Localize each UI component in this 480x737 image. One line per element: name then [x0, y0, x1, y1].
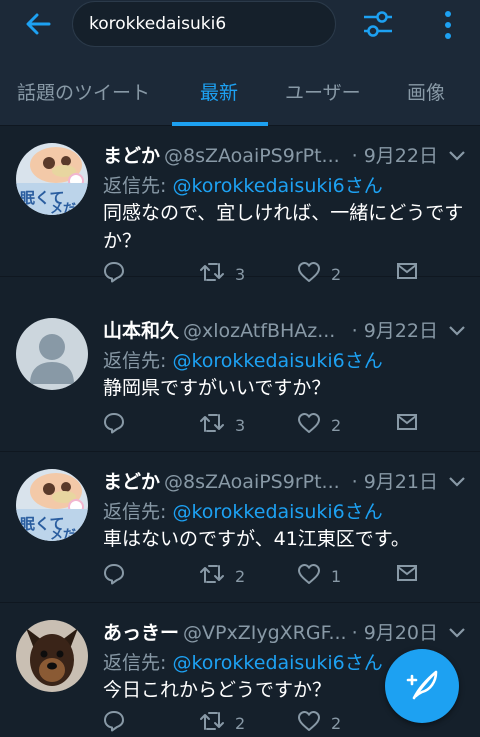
compose-tweet-button[interactable]	[385, 649, 459, 723]
tweet-actions: 3 2	[103, 412, 433, 442]
author-handle: @VPxZIygXRGF...	[183, 622, 347, 644]
avatar[interactable]: 眠くて メだよ	[16, 469, 88, 541]
like-button[interactable]: 2	[297, 261, 341, 287]
heart-icon	[297, 563, 321, 589]
heart-icon	[297, 261, 321, 287]
retweet-icon	[199, 261, 225, 287]
like-count: 2	[331, 415, 342, 435]
reply-label: 返信先:	[103, 175, 167, 197]
reply-context: 返信先: @korokkedaisuki6さん	[103, 648, 383, 675]
retweet-button[interactable]: 2	[199, 563, 245, 589]
reply-button[interactable]	[103, 563, 125, 589]
retweet-count: 3	[235, 415, 246, 435]
retweet-icon	[199, 412, 225, 438]
reply-icon	[103, 563, 125, 589]
retweet-count: 2	[235, 713, 246, 733]
author-handle: @8sZAoaiPS9rPt...	[164, 145, 340, 167]
reply-context: 返信先: @korokkedaisuki6さん	[103, 497, 383, 524]
tweet-item[interactable]: 眠くて メだよ まどか @8sZAoaiPS9rPt... · 9月21日 返信先…	[0, 453, 480, 603]
reply-mention-link[interactable]: @korokkedaisuki6さん	[172, 501, 382, 523]
heart-icon	[297, 710, 321, 736]
retweet-button[interactable]: 3	[199, 412, 245, 438]
retweet-button[interactable]: 3	[199, 261, 245, 287]
tab-latest[interactable]: 最新	[200, 56, 238, 126]
reply-label: 返信先:	[103, 652, 167, 674]
avatar[interactable]: 眠くて メだよ	[16, 143, 88, 215]
heart-icon	[297, 412, 321, 438]
filter-icon[interactable]	[360, 7, 396, 41]
active-tab-indicator	[172, 122, 268, 126]
retweet-icon	[199, 710, 225, 736]
author-handle: @8sZAoaiPS9rPt...	[164, 471, 340, 493]
author-name[interactable]: あっきー	[103, 622, 179, 644]
tab-top-tweets[interactable]: 話題のツイート	[17, 56, 150, 126]
reply-label: 返信先:	[103, 350, 167, 372]
reply-icon	[103, 710, 125, 736]
tweet-item[interactable]: 山本和久 @xlozAtfBHAz... · 9月22日 返信先: @korokk…	[0, 302, 480, 452]
search-input[interactable]	[89, 14, 319, 34]
reply-mention-link[interactable]: @korokkedaisuki6さん	[172, 350, 382, 372]
svg-text:メだよ: メだよ	[50, 202, 88, 215]
reply-icon	[103, 261, 125, 287]
chevron-down-icon[interactable]	[448, 147, 466, 161]
author-name[interactable]: まどか	[103, 145, 160, 167]
like-button[interactable]: 2	[297, 412, 341, 438]
reply-icon	[103, 412, 125, 438]
reply-mention-link[interactable]: @korokkedaisuki6さん	[172, 652, 382, 674]
reply-mention-link[interactable]: @korokkedaisuki6さん	[172, 175, 382, 197]
author-name[interactable]: まどか	[103, 471, 160, 493]
tab-images[interactable]: 画像	[407, 56, 445, 126]
top-bar	[0, 0, 480, 56]
tweet-date: · 9月21日	[347, 467, 438, 494]
mail-icon	[396, 412, 418, 436]
reply-button[interactable]	[103, 710, 125, 736]
retweet-button[interactable]: 2	[199, 710, 245, 736]
like-count: 2	[331, 713, 342, 733]
avatar[interactable]	[16, 318, 88, 390]
feather-icon	[402, 664, 442, 708]
tweet-actions: 3 2	[103, 261, 433, 291]
back-arrow-icon[interactable]	[18, 8, 58, 40]
tweet-actions: 2 1	[103, 563, 433, 593]
author-name[interactable]: 山本和久	[103, 320, 179, 342]
mail-icon	[396, 563, 418, 587]
tweet-actions: 2 2	[103, 710, 433, 737]
like-count: 1	[331, 566, 342, 586]
more-options-icon[interactable]	[434, 8, 462, 42]
reply-context: 返信先: @korokkedaisuki6さん	[103, 171, 383, 198]
share-button[interactable]	[396, 412, 418, 436]
reply-label: 返信先:	[103, 501, 167, 523]
reply-button[interactable]	[103, 261, 125, 287]
svg-text:メだよ: メだよ	[50, 528, 88, 541]
share-button[interactable]	[396, 261, 418, 285]
like-button[interactable]: 1	[297, 563, 341, 589]
retweet-count: 3	[235, 264, 246, 284]
retweet-count: 2	[235, 566, 246, 586]
author-handle: @xlozAtfBHAz...	[183, 320, 336, 342]
retweet-icon	[199, 563, 225, 589]
search-field[interactable]	[72, 1, 336, 47]
like-count: 2	[331, 264, 342, 284]
tweet-date: · 9月22日	[347, 141, 438, 168]
share-button[interactable]	[396, 563, 418, 587]
mail-icon	[396, 261, 418, 285]
avatar[interactable]	[16, 620, 88, 692]
reply-button[interactable]	[103, 412, 125, 438]
tweet-text: 同感なので、宜しければ、一緒にどうですか？	[103, 202, 464, 252]
chevron-down-icon[interactable]	[448, 624, 466, 638]
tab-users[interactable]: ユーザー	[285, 56, 361, 126]
tweet-text: 車はないのですが、41江東区です。	[103, 528, 410, 550]
tweet-date: · 9月20日	[347, 618, 438, 645]
search-tabs: 話題のツイート 最新 ユーザー 画像	[0, 56, 480, 126]
tweet-item[interactable]: 眠くて メだよ まどか @8sZAoaiPS9rPt... · 9月22日 返信先…	[0, 127, 480, 284]
tweet-date: · 9月22日	[347, 316, 438, 343]
like-button[interactable]: 2	[297, 710, 341, 736]
reply-context: 返信先: @korokkedaisuki6さん	[103, 346, 383, 373]
chevron-down-icon[interactable]	[448, 473, 466, 487]
chevron-down-icon[interactable]	[448, 322, 466, 336]
tweet-text: 静岡県ですがいいですか？	[103, 377, 331, 399]
